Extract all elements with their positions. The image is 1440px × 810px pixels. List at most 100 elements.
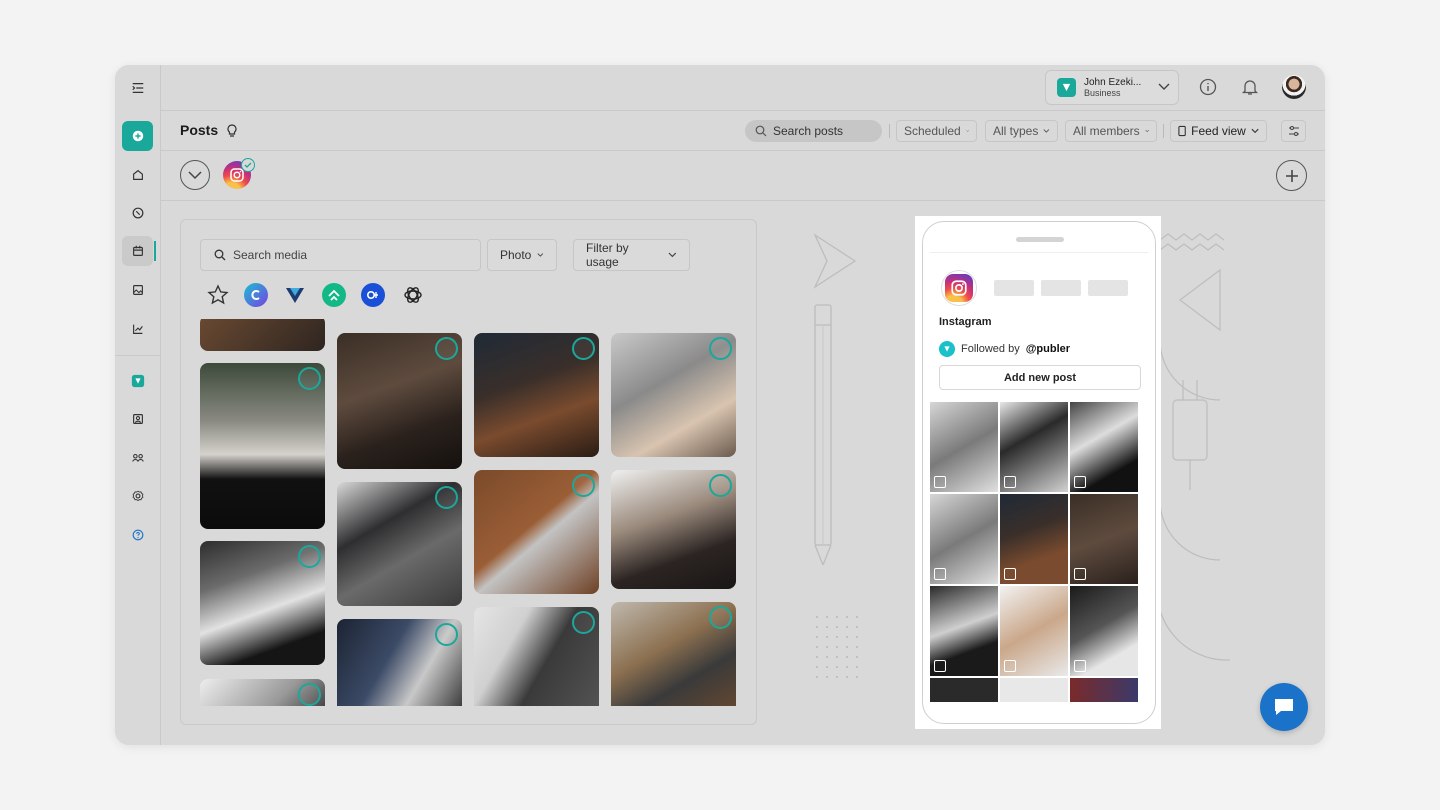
phone-frame: Instagram Followed by @publer Add new pos… <box>922 221 1156 724</box>
view-mode-dropdown[interactable]: Feed view <box>1170 120 1267 142</box>
edit-icon[interactable] <box>1074 660 1086 672</box>
member-filter-dropdown[interactable]: All members <box>1065 120 1157 142</box>
dashboard-icon[interactable] <box>122 198 153 228</box>
profile-icon[interactable] <box>122 404 153 434</box>
select-checkbox[interactable] <box>709 337 732 360</box>
toolbar-divider <box>1163 124 1164 138</box>
media-thumbnail[interactable] <box>474 607 599 706</box>
account-switcher[interactable]: John Ezeki... Business <box>1045 70 1179 105</box>
select-checkbox[interactable] <box>298 683 321 706</box>
search-posts-input[interactable]: Search posts <box>745 120 882 142</box>
type-filter-label: All types <box>993 124 1039 138</box>
openai-icon[interactable] <box>401 283 425 307</box>
media-thumbnail[interactable] <box>611 333 736 457</box>
dropbox-icon[interactable] <box>361 283 385 307</box>
media-thumbnail[interactable] <box>611 602 736 706</box>
preview-post[interactable] <box>1070 678 1138 702</box>
expand-accounts-button[interactable] <box>180 160 210 190</box>
media-thumbnail[interactable] <box>337 333 462 469</box>
toolbar-divider <box>889 124 890 138</box>
preview-post[interactable] <box>1000 402 1068 492</box>
preview-post[interactable] <box>930 402 998 492</box>
media-thumbnail[interactable] <box>337 482 462 606</box>
members-icon[interactable] <box>122 443 153 473</box>
media-thumbnail[interactable] <box>474 470 599 594</box>
select-checkbox[interactable] <box>572 337 595 360</box>
home-icon[interactable] <box>122 160 153 190</box>
select-checkbox[interactable] <box>709 606 732 629</box>
select-checkbox[interactable] <box>709 474 732 497</box>
chat-support-button[interactable] <box>1260 683 1308 731</box>
edit-icon[interactable] <box>934 476 946 488</box>
media-library-icon[interactable] <box>122 275 153 305</box>
select-checkbox[interactable] <box>435 623 458 646</box>
media-type-dropdown[interactable]: Photo <box>487 239 557 271</box>
usage-filter-dropdown[interactable]: Filter by usage <box>573 239 690 271</box>
preview-post[interactable] <box>930 678 998 702</box>
media-thumbnail[interactable] <box>200 319 325 351</box>
sidebar-toggle-icon[interactable] <box>122 73 153 103</box>
star-icon[interactable] <box>206 283 230 307</box>
search-media-placeholder: Search media <box>233 248 308 262</box>
analytics-icon[interactable] <box>122 314 153 344</box>
add-new-post-button[interactable]: Add new post <box>939 365 1141 390</box>
unsplash-icon[interactable] <box>322 283 346 307</box>
canva-icon[interactable] <box>244 283 268 307</box>
edit-icon[interactable] <box>934 660 946 672</box>
view-mode-label: Feed view <box>1191 124 1246 138</box>
add-account-button[interactable] <box>1276 160 1307 191</box>
stat-placeholder <box>1041 280 1081 296</box>
preview-post[interactable] <box>1070 494 1138 584</box>
filter-settings-button[interactable] <box>1281 120 1306 142</box>
select-checkbox[interactable] <box>298 367 321 390</box>
info-icon[interactable] <box>1198 77 1218 97</box>
preview-post[interactable] <box>1000 586 1068 676</box>
select-checkbox[interactable] <box>298 545 321 568</box>
media-thumbnail[interactable] <box>337 619 462 706</box>
type-filter-dropdown[interactable]: All types <box>985 120 1058 142</box>
select-checkbox[interactable] <box>572 474 595 497</box>
media-thumbnail[interactable] <box>200 679 325 706</box>
lightbulb-icon[interactable] <box>226 124 238 138</box>
select-checkbox[interactable] <box>572 611 595 634</box>
user-avatar[interactable] <box>1282 75 1306 99</box>
decorative-dots <box>816 616 858 678</box>
chevron-down-icon <box>965 130 969 132</box>
edit-icon[interactable] <box>1074 476 1086 488</box>
preview-post[interactable] <box>930 494 998 584</box>
edit-icon[interactable] <box>1004 476 1016 488</box>
calendar-icon[interactable] <box>122 236 156 266</box>
edit-icon[interactable] <box>1074 568 1086 580</box>
preview-post[interactable] <box>1000 494 1068 584</box>
edit-icon[interactable] <box>1004 660 1016 672</box>
search-media-input[interactable]: Search media <box>200 239 481 271</box>
preview-post[interactable] <box>1000 678 1068 702</box>
workspace-logo-icon[interactable] <box>122 366 153 396</box>
help-icon[interactable] <box>122 520 153 550</box>
edit-icon[interactable] <box>934 568 946 580</box>
media-grid <box>181 319 756 706</box>
select-checkbox[interactable] <box>435 486 458 509</box>
preview-post[interactable] <box>930 586 998 676</box>
sliders-icon <box>1288 126 1299 136</box>
settings-icon[interactable] <box>122 481 153 511</box>
chevron-down-icon <box>1043 129 1050 133</box>
preview-post[interactable] <box>1070 586 1138 676</box>
edit-icon[interactable] <box>1004 568 1016 580</box>
media-thumbnail[interactable] <box>611 470 736 589</box>
media-thumbnail[interactable] <box>474 333 599 457</box>
status-filter-dropdown[interactable]: Scheduled <box>896 120 977 142</box>
select-checkbox[interactable] <box>435 337 458 360</box>
top-header: John Ezeki... Business <box>161 65 1325 111</box>
phone-screen-divider <box>930 252 1148 253</box>
create-post-button[interactable] <box>122 121 153 151</box>
vista-icon[interactable] <box>283 283 307 307</box>
followed-prefix: Followed by <box>961 343 1020 355</box>
bell-icon[interactable] <box>1240 77 1260 97</box>
account-type: Business <box>1084 87 1121 98</box>
preview-post[interactable] <box>1070 402 1138 492</box>
media-thumbnail[interactable] <box>200 541 325 665</box>
media-thumbnail[interactable] <box>200 363 325 529</box>
selected-check-icon <box>241 158 255 172</box>
usage-filter-label: Filter by usage <box>586 241 629 269</box>
